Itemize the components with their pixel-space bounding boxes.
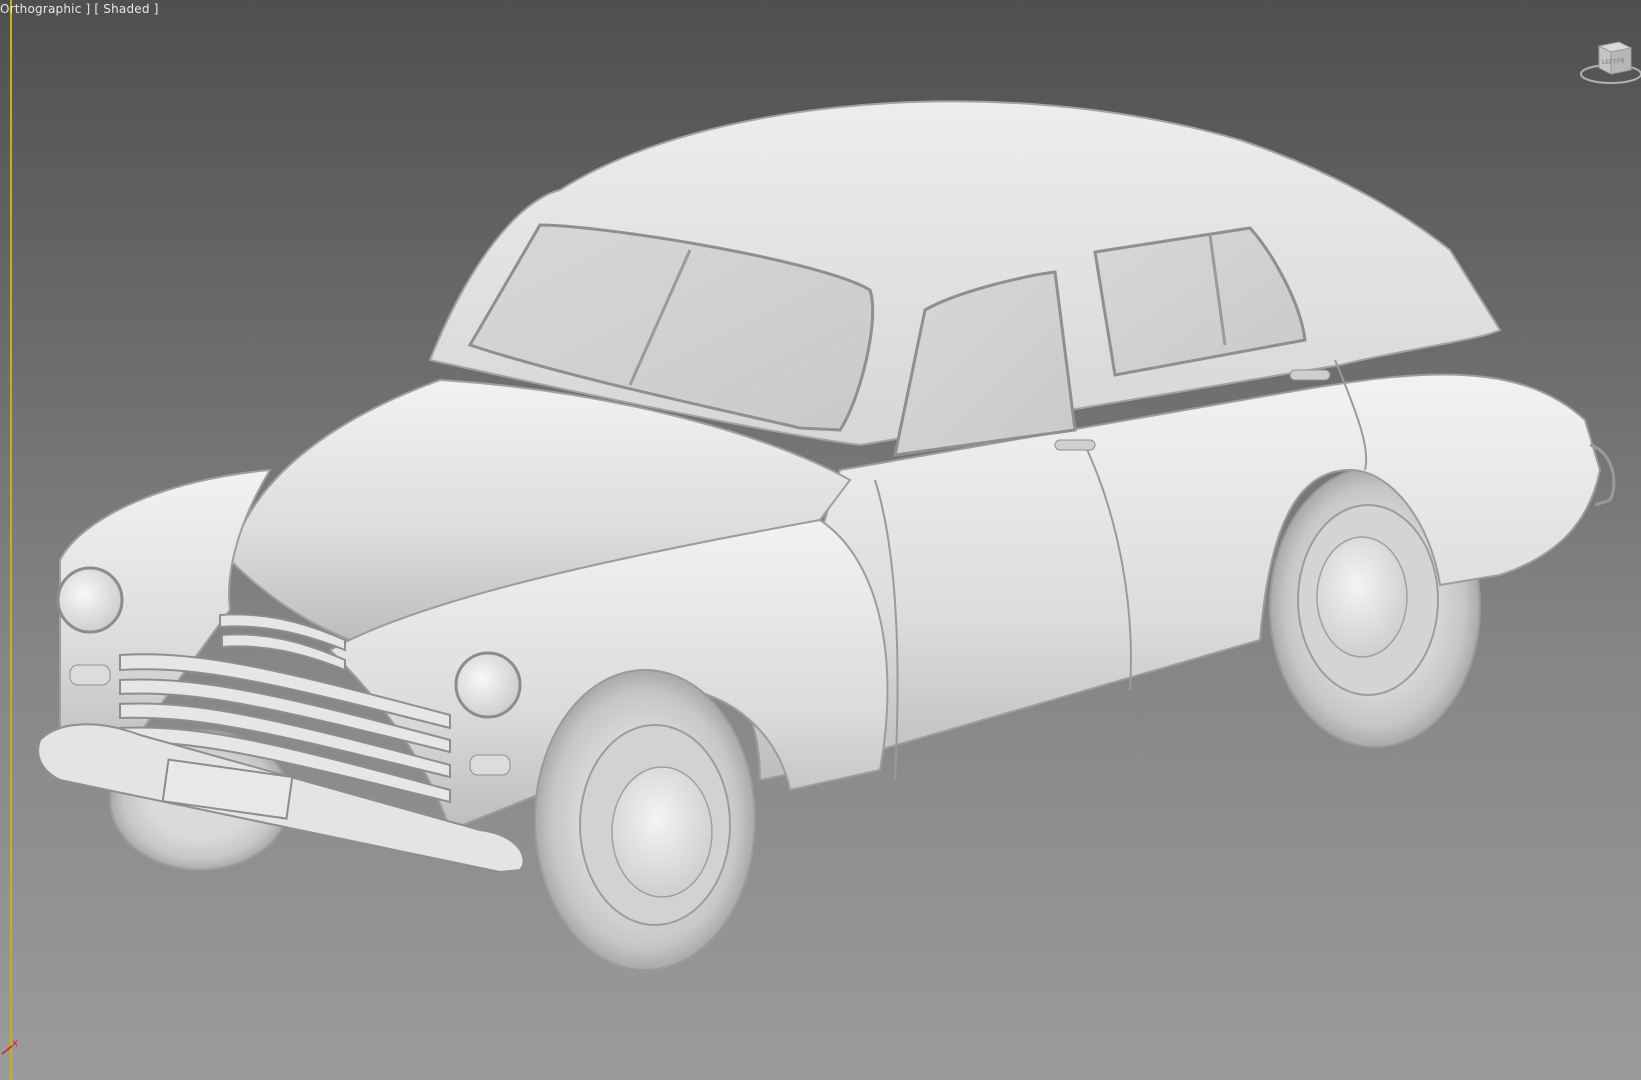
viewcube-side-text: FR <box>1617 58 1625 65</box>
3d-viewport[interactable]: Orthographic ] [ Shaded ] LEFT FR x <box>0 0 1641 1080</box>
car-model-render[interactable] <box>0 0 1641 1080</box>
left-headlamp <box>56 566 124 634</box>
front-wheel <box>534 669 756 971</box>
viewcube-front-text: LEFT <box>1602 59 1616 66</box>
axis-x-label: x <box>12 1038 18 1049</box>
front-door-handle <box>1054 439 1096 451</box>
right-headlamp <box>454 651 522 719</box>
viewcube-icon[interactable]: LEFT FR <box>1571 34 1641 94</box>
axis-tripod-icon: x <box>1 1038 18 1055</box>
rear-door-handle <box>1289 369 1331 381</box>
viewport-label[interactable]: Orthographic ] [ Shaded ] <box>0 2 159 16</box>
